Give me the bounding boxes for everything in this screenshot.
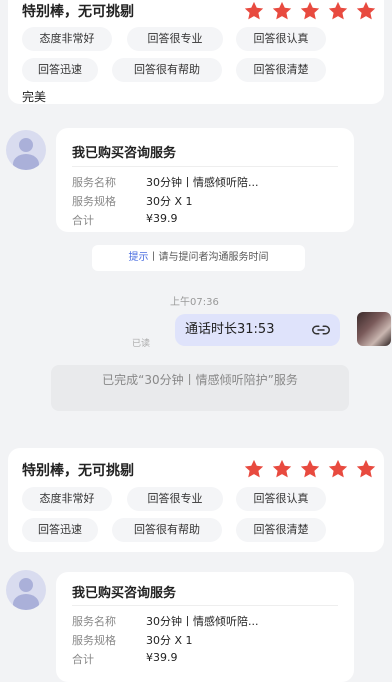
star-icon [355,458,377,480]
review-tag: 态度非常好 [22,27,112,51]
hint-highlight: 提示 [128,252,149,263]
review-tag: 回答迅速 [22,58,98,82]
message-timestamp: 上午07:36 [170,297,219,308]
service-name-label: 服务名称 [72,615,116,628]
star-icon [243,0,265,22]
review-tag: 回答迅速 [22,518,98,542]
review-tag: 回答很认真 [236,27,326,51]
review-comment: 完美 [22,90,47,104]
call-duration-bubble[interactable]: 通话时长31:53 [175,314,340,346]
total-label: 合计 [72,214,94,227]
total-value: ¥39.9 [146,651,178,664]
service-name-value: 30分钟丨情感倾听陪... [146,176,259,189]
hint-text: 丨请与提问者沟通服务时间 [148,252,269,263]
call-duration-text: 通话时长31:53 [185,322,275,337]
star-icon [327,0,349,22]
service-spec-value: 30分 X 1 [146,195,193,208]
order-title: 我已购买咨询服务 [72,586,177,601]
order-title: 我已购买咨询服务 [72,146,177,161]
star-icon [327,458,349,480]
star-icon [271,0,293,22]
link-icon [312,325,330,335]
star-icon [355,0,377,22]
avatar [6,570,46,610]
service-name-value: 30分钟丨情感倾听陪... [146,615,259,628]
total-value: ¥39.9 [146,212,178,225]
service-spec-value: 30分 X 1 [146,634,193,647]
star-icon [271,458,293,480]
review-tag: 回答很清楚 [236,58,326,82]
service-completed-notice: 已完成“30分钟丨情感倾听陪护”服务 [51,365,349,411]
review-tag: 回答很有帮助 [112,518,222,542]
review-title: 特别棒，无可挑剔 [22,4,134,20]
review-tag: 态度非常好 [22,487,112,511]
review-tag: 回答很有帮助 [112,58,222,82]
review-tag: 回答很认真 [236,487,326,511]
service-name-label: 服务名称 [72,176,116,189]
star-icon [299,0,321,22]
service-spec-label: 服务规格 [72,634,116,647]
review-tag: 回答很专业 [127,27,223,51]
star-icon [299,458,321,480]
star-icon [243,458,265,480]
system-hint: 提示丨请与提问者沟通服务时间 [92,245,305,271]
read-status: 已读 [132,339,151,349]
review-tag: 回答很专业 [127,487,223,511]
total-label: 合计 [72,653,94,666]
service-spec-label: 服务规格 [72,195,116,208]
avatar [6,130,46,170]
review-tag: 回答很清楚 [236,518,326,542]
rating-stars [243,0,377,22]
divider [72,605,338,606]
review-title: 特别棒，无可挑剔 [22,463,134,479]
my-avatar [357,312,391,346]
rating-stars [243,458,377,480]
divider [72,166,338,167]
